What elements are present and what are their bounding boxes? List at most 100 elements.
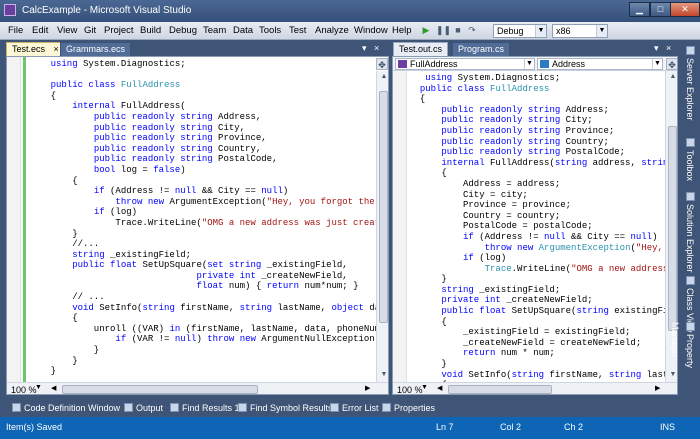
close-button[interactable]: ✕ xyxy=(670,2,700,17)
tab-code-definition-window[interactable]: Code Definition Window xyxy=(12,402,120,415)
tab-error-list[interactable]: Error List xyxy=(330,402,379,415)
code-line[interactable]: } xyxy=(29,345,388,356)
tab-test-ecs[interactable]: Test.ecs × xyxy=(6,42,65,56)
play-icon[interactable]: ▶ xyxy=(420,24,432,36)
code-line[interactable]: { xyxy=(409,168,677,179)
menu-window[interactable]: Window xyxy=(354,25,388,36)
sidebar-item-solution-explorer[interactable]: Solution Explorer xyxy=(682,192,697,273)
menu-test[interactable]: Test xyxy=(289,25,306,36)
code-line[interactable]: { xyxy=(29,91,388,102)
code-line[interactable]: using System.Diagnostics; xyxy=(29,59,388,70)
code-line[interactable]: Province = province; xyxy=(409,200,677,211)
maximize-button[interactable]: □ xyxy=(650,2,671,17)
left-code-text[interactable]: using System.Diagnostics; public class F… xyxy=(29,59,388,377)
code-line[interactable]: public float SetUpSquare(set string _exi… xyxy=(29,260,388,271)
code-line[interactable]: City = city; xyxy=(409,190,677,201)
code-line[interactable]: string _existingField; xyxy=(409,285,677,296)
code-line[interactable]: unroll ((VAR) in (firstName, lastName, d… xyxy=(29,324,388,335)
code-line[interactable]: public readonly string PostalCode; xyxy=(409,147,677,158)
sidebar-item-property-manager[interactable]: Property Manager xyxy=(670,322,697,399)
code-line[interactable]: throw new ArgumentException("Hey, you fo… xyxy=(29,197,388,208)
split-view-icon[interactable]: ✥ xyxy=(376,58,388,70)
tab-properties[interactable]: Properties xyxy=(382,402,435,415)
scroll-up-icon[interactable]: ▲ xyxy=(377,71,388,83)
scroll-down-icon[interactable]: ▼ xyxy=(666,369,677,381)
pause-icon[interactable]: ❚❚ xyxy=(436,24,451,36)
code-line[interactable]: public readonly string City; xyxy=(409,115,677,126)
left-horizontal-scrollbar[interactable]: 100 % ▼ ◀ ▶ xyxy=(7,382,388,394)
code-line[interactable]: if (Address != null && City == null) xyxy=(409,232,677,243)
code-line[interactable]: Trace.WriteLine("OMG a new address was xyxy=(409,264,677,275)
code-line[interactable]: private int _createNewField; xyxy=(409,295,677,306)
tab-output[interactable]: Output xyxy=(124,402,163,415)
tab-overflow-icon[interactable]: ▾ xyxy=(362,43,367,54)
code-line[interactable]: public readonly string City, xyxy=(29,123,388,134)
close-document-icon[interactable]: × xyxy=(666,43,671,53)
code-line[interactable]: string _existingField; xyxy=(29,250,388,261)
code-line[interactable]: if (log) xyxy=(409,253,677,264)
menu-edit[interactable]: Edit xyxy=(32,25,48,36)
menu-git[interactable]: Git xyxy=(84,25,96,36)
right-code-text[interactable]: using System.Diagnostics; public class F… xyxy=(409,73,677,391)
code-line[interactable]: public class FullAddress xyxy=(29,80,388,91)
close-document-icon[interactable]: × xyxy=(374,43,379,53)
code-line[interactable]: bool log = false) xyxy=(29,165,388,176)
stop-icon[interactable]: ■ xyxy=(452,24,464,36)
menu-analyze[interactable]: Analyze xyxy=(315,25,349,36)
scroll-up-icon[interactable]: ▲ xyxy=(666,71,677,83)
right-horizontal-scrollbar[interactable]: 100 % ▼ ◀ ▶ xyxy=(393,382,677,394)
left-vertical-scrollbar[interactable]: ▲ ▼ xyxy=(376,71,388,382)
menu-team[interactable]: Team xyxy=(203,25,226,36)
code-line[interactable]: if (Address != null && City == null) xyxy=(29,186,388,197)
code-line[interactable]: public readonly string Address; xyxy=(409,105,677,116)
menu-view[interactable]: View xyxy=(57,25,77,36)
code-line[interactable]: if (log) xyxy=(29,207,388,218)
code-line[interactable]: } xyxy=(29,356,388,367)
member-dropdown[interactable]: Address ▼ xyxy=(537,58,663,70)
code-line[interactable]: public readonly string Address, xyxy=(29,112,388,123)
code-line[interactable]: void SetInfo(string firstName, string la… xyxy=(29,303,388,314)
sidebar-item-toolbox[interactable]: Toolbox xyxy=(682,138,697,181)
solution-platform-combo[interactable]: x86 ▼ xyxy=(552,24,608,38)
code-line[interactable]: //... xyxy=(29,239,388,250)
type-dropdown[interactable]: FullAddress ▼ xyxy=(395,58,535,70)
code-line[interactable]: _createNewField = createNewField; xyxy=(409,338,677,349)
code-line[interactable]: return num * num; xyxy=(409,348,677,359)
menu-tools[interactable]: Tools xyxy=(259,25,281,36)
scroll-thumb[interactable] xyxy=(448,385,552,394)
code-line[interactable]: Address = address; xyxy=(409,179,677,190)
code-line[interactable]: internal FullAddress(string address, str… xyxy=(409,158,677,169)
code-line[interactable]: void SetInfo(string firstName, string la… xyxy=(409,370,677,381)
right-code-editor[interactable]: FullAddress ▼ Address ▼ ✥ using System.D… xyxy=(392,56,678,395)
tab-overflow-icon[interactable]: ▾ xyxy=(654,43,659,54)
sidebar-item-server-explorer[interactable]: Server Explorer xyxy=(682,46,697,121)
code-line[interactable]: public readonly string PostalCode, xyxy=(29,154,388,165)
code-line[interactable] xyxy=(29,70,388,81)
code-line[interactable]: { xyxy=(29,313,388,324)
chevron-down-icon[interactable]: ▼ xyxy=(35,384,42,391)
code-line[interactable]: } xyxy=(409,274,677,285)
menu-project[interactable]: Project xyxy=(104,25,134,36)
code-line[interactable]: public float SetUpSquare(string existing… xyxy=(409,306,677,317)
scroll-left-icon[interactable]: ◀ xyxy=(51,384,56,392)
step-icon[interactable]: ↷ xyxy=(466,24,478,36)
code-line[interactable]: } xyxy=(29,366,388,377)
menu-data[interactable]: Data xyxy=(233,25,253,36)
code-line[interactable]: Trace.WriteLine("OMG a new address was j… xyxy=(29,218,388,229)
code-line[interactable]: public readonly string Country, xyxy=(29,144,388,155)
tab-test-out-cs[interactable]: Test.out.cs xyxy=(393,42,449,56)
menu-build[interactable]: Build xyxy=(140,25,161,36)
code-line[interactable]: PostalCode = postalCode; xyxy=(409,221,677,232)
tab-grammars-ecs[interactable]: Grammars.ecs xyxy=(60,42,132,56)
code-line[interactable]: public readonly string Province; xyxy=(409,126,677,137)
scroll-right-icon[interactable]: ▶ xyxy=(365,384,370,392)
left-code-editor[interactable]: using System.Diagnostics; public class F… xyxy=(6,56,389,395)
code-line[interactable]: } xyxy=(409,359,677,370)
code-line[interactable]: private int _createNewField, xyxy=(29,271,388,282)
scroll-thumb[interactable] xyxy=(379,91,388,323)
split-view-icon[interactable]: ✥ xyxy=(666,58,677,70)
minimize-button[interactable]: ▁ xyxy=(629,2,650,17)
scroll-left-icon[interactable]: ◀ xyxy=(437,384,442,392)
code-line[interactable]: public readonly string Country; xyxy=(409,137,677,148)
code-line[interactable]: if (VAR != null) throw new ArgumentNullE… xyxy=(29,334,388,345)
